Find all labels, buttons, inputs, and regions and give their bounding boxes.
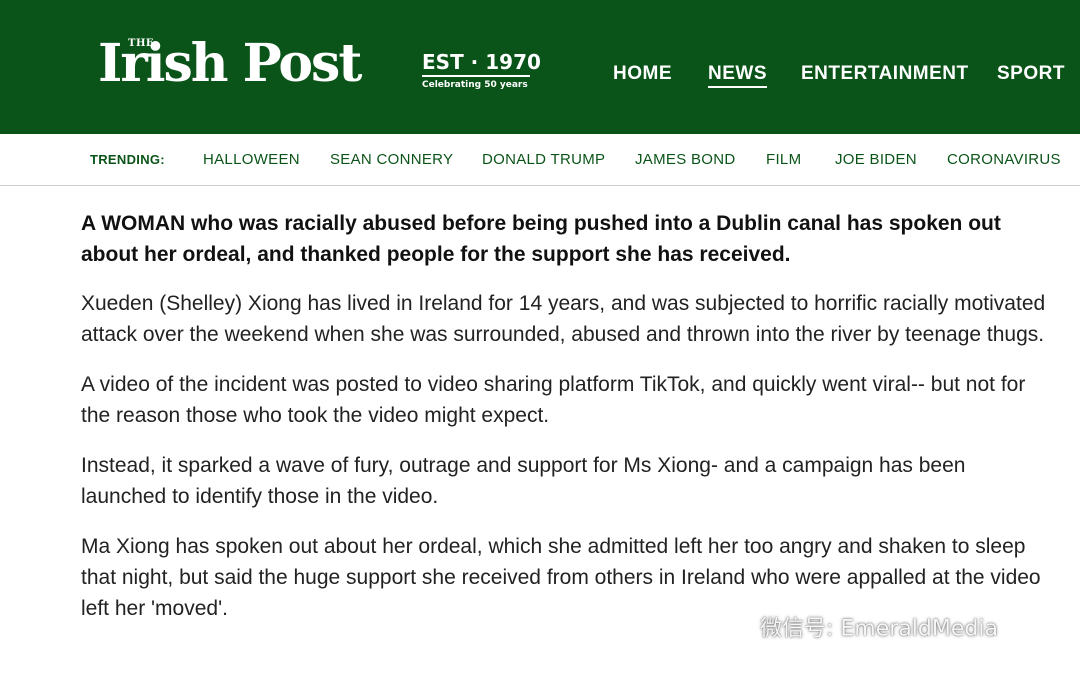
article-paragraph: Instead, it sparked a wave of fury, outr… xyxy=(81,454,966,508)
nav-home[interactable]: HOME xyxy=(613,62,672,86)
logo-name: Irish Post xyxy=(98,33,362,94)
article-paragraph: Ma Xiong has spoken out about her ordeal… xyxy=(81,535,1041,620)
trending-james-bond[interactable]: JAMES BOND xyxy=(635,151,736,169)
article-body: A WOMAN who was racially abused before b… xyxy=(81,208,1056,643)
est-badge: EST · 1970 Celebrating 50 years xyxy=(422,50,541,91)
nav-entertainment[interactable]: ENTERTAINMENT xyxy=(801,62,969,86)
trending-coronavirus[interactable]: CORONAVIRUS xyxy=(947,151,1061,169)
trending-label: TRENDING: xyxy=(90,152,165,167)
trending-sean-connery[interactable]: SEAN CONNERY xyxy=(330,151,453,169)
article-lead: A WOMAN who was racially abused before b… xyxy=(81,212,1001,266)
est-year: EST · 1970 xyxy=(422,50,541,77)
article-paragraph: A video of the incident was posted to vi… xyxy=(81,373,1026,427)
watermark: 微信号: EmeraldMedia xyxy=(724,612,998,646)
trending-joe-biden[interactable]: JOE BIDEN xyxy=(835,151,917,169)
celebrating-tagline: Celebrating 50 years xyxy=(422,80,528,90)
site-header: THE Irish Post EST · 1970 Celebrating 50… xyxy=(0,0,1080,134)
article-paragraph: Xueden (Shelley) Xiong has lived in Irel… xyxy=(81,292,1046,346)
nav-sport[interactable]: SPORT xyxy=(997,62,1065,86)
nav-news[interactable]: NEWS xyxy=(708,62,767,88)
wechat-icon xyxy=(724,612,754,647)
trending-halloween[interactable]: HALLOWEEN xyxy=(203,151,300,169)
trending-bar: TRENDING: HALLOWEEN SEAN CONNERY DONALD … xyxy=(0,134,1080,186)
watermark-text: 微信号: EmeraldMedia xyxy=(760,616,998,642)
trending-film[interactable]: FILM xyxy=(766,151,801,169)
trending-donald-trump[interactable]: DONALD TRUMP xyxy=(482,151,605,169)
